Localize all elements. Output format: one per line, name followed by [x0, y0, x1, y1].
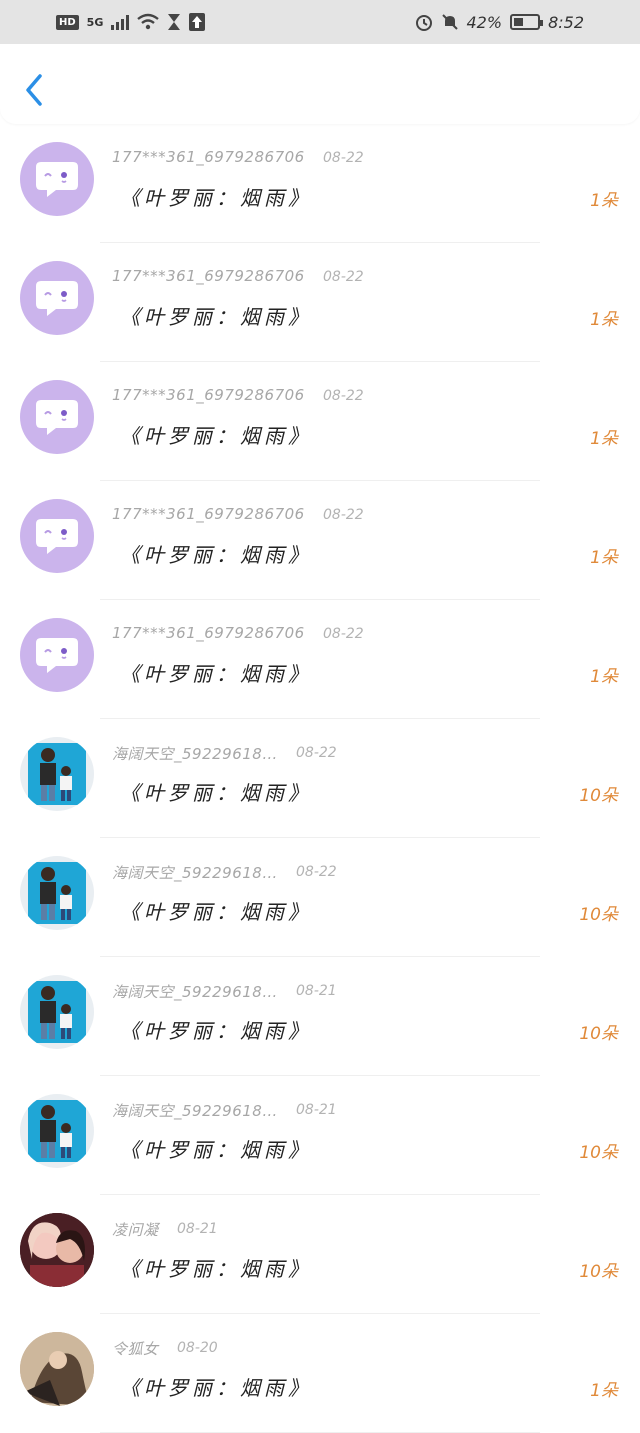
gift-date: 08-20: [177, 1340, 218, 1356]
book-title: 《叶罗丽：烟雨》: [120, 305, 312, 329]
avatar[interactable]: [20, 618, 94, 692]
list-item[interactable]: 177***361_6979286706 08-22 《叶罗丽：烟雨》 1朵: [0, 124, 640, 243]
sender-name: 177***361_6979286706: [112, 267, 305, 285]
status-left: HD 5G: [56, 10, 206, 34]
list-item[interactable]: 177***361_6979286706 08-22 《叶罗丽：烟雨》 1朵: [0, 481, 640, 600]
wifi-icon: [137, 13, 160, 30]
avatar[interactable]: [20, 1213, 94, 1287]
battery-percent: 42%: [466, 12, 503, 32]
book-title: 《叶罗丽：烟雨》: [120, 1138, 312, 1162]
flower-count: 1朵: [590, 548, 618, 568]
sender-name: 海阔天空_59229618…: [112, 864, 278, 882]
status-bar: HD 5G 42% 8:52: [0, 0, 640, 44]
list-item[interactable]: 凌问凝 08-21 《叶罗丽：烟雨》 10朵: [0, 1195, 640, 1314]
sender-name: 令狐女: [112, 1340, 159, 1358]
list-item[interactable]: 177***361_6979286706 08-22 《叶罗丽：烟雨》 1朵: [0, 600, 640, 719]
list-item[interactable]: 海阔天空_59229618… 08-21 《叶罗丽：烟雨》 10朵: [0, 1076, 640, 1195]
status-right: 42% 8:52: [415, 10, 584, 34]
book-title: 《叶罗丽：烟雨》: [120, 186, 312, 210]
avatar[interactable]: [20, 142, 94, 216]
mute-bell-icon: [441, 14, 458, 30]
avatar[interactable]: [20, 1094, 94, 1168]
gift-date: 08-22: [323, 150, 364, 166]
avatar[interactable]: [20, 380, 94, 454]
flower-count: 1朵: [590, 429, 618, 449]
upload-icon: [189, 13, 206, 31]
gift-date: 08-22: [323, 507, 364, 523]
sender-name: 海阔天空_59229618…: [112, 983, 278, 1001]
book-title: 《叶罗丽：烟雨》: [120, 1019, 312, 1043]
flower-count: 1朵: [590, 667, 618, 687]
flower-count: 10朵: [579, 786, 618, 806]
gift-date: 08-22: [323, 388, 364, 404]
gift-date: 08-22: [323, 626, 364, 642]
list-item[interactable]: 令狐女 08-20 《叶罗丽：烟雨》 1朵: [0, 1314, 640, 1433]
network-label: 5G: [86, 15, 104, 29]
gift-list: 177***361_6979286706 08-22 《叶罗丽：烟雨》 1朵 177**…: [0, 124, 640, 1433]
sender-name: 海阔天空_59229618…: [112, 745, 278, 763]
sender-name: 凌问凝: [112, 1221, 159, 1239]
gift-date: 08-21: [296, 983, 337, 999]
clock-time: 8:52: [548, 12, 584, 32]
gift-date: 08-22: [296, 745, 337, 761]
flower-count: 1朵: [590, 191, 618, 211]
battery-icon: [510, 14, 544, 30]
flower-count: 10朵: [579, 1262, 618, 1282]
avatar[interactable]: [20, 737, 94, 811]
flower-count: 1朵: [590, 1381, 618, 1401]
book-title: 《叶罗丽：烟雨》: [120, 662, 312, 686]
avatar[interactable]: [20, 975, 94, 1049]
flower-count: 10朵: [579, 905, 618, 925]
gift-date: 08-21: [177, 1221, 218, 1237]
hd-badge: HD: [56, 14, 79, 30]
sender-name: 177***361_6979286706: [112, 148, 305, 166]
flower-count: 10朵: [579, 1024, 618, 1044]
gift-date: 08-22: [296, 864, 337, 880]
avatar[interactable]: [20, 499, 94, 573]
sender-name: 177***361_6979286706: [112, 624, 305, 642]
book-title: 《叶罗丽：烟雨》: [120, 424, 312, 448]
signal-icon: [111, 14, 130, 30]
sender-name: 海阔天空_59229618…: [112, 1102, 278, 1120]
sender-name: 177***361_6979286706: [112, 386, 305, 404]
gift-date: 08-22: [323, 269, 364, 285]
book-title: 《叶罗丽：烟雨》: [120, 1257, 312, 1281]
list-item[interactable]: 177***361_6979286706 08-22 《叶罗丽：烟雨》 1朵: [0, 243, 640, 362]
alarm-icon: [415, 15, 432, 31]
list-item[interactable]: 海阔天空_59229618… 08-21 《叶罗丽：烟雨》 10朵: [0, 957, 640, 1076]
header-bar: [0, 44, 640, 124]
flower-count: 1朵: [590, 310, 618, 330]
book-title: 《叶罗丽：烟雨》: [120, 781, 312, 805]
book-title: 《叶罗丽：烟雨》: [120, 543, 312, 567]
flower-count: 10朵: [579, 1143, 618, 1163]
chevron-left-icon[interactable]: [20, 72, 48, 108]
hourglass-icon: [168, 14, 181, 30]
avatar[interactable]: [20, 856, 94, 930]
list-item[interactable]: 177***361_6979286706 08-22 《叶罗丽：烟雨》 1朵: [0, 362, 640, 481]
avatar[interactable]: [20, 1332, 94, 1406]
sender-name: 177***361_6979286706: [112, 505, 305, 523]
list-item[interactable]: 海阔天空_59229618… 08-22 《叶罗丽：烟雨》 10朵: [0, 838, 640, 957]
avatar[interactable]: [20, 261, 94, 335]
gift-date: 08-21: [296, 1102, 337, 1118]
book-title: 《叶罗丽：烟雨》: [120, 1376, 312, 1400]
list-item[interactable]: 海阔天空_59229618… 08-22 《叶罗丽：烟雨》 10朵: [0, 719, 640, 838]
book-title: 《叶罗丽：烟雨》: [120, 900, 312, 924]
